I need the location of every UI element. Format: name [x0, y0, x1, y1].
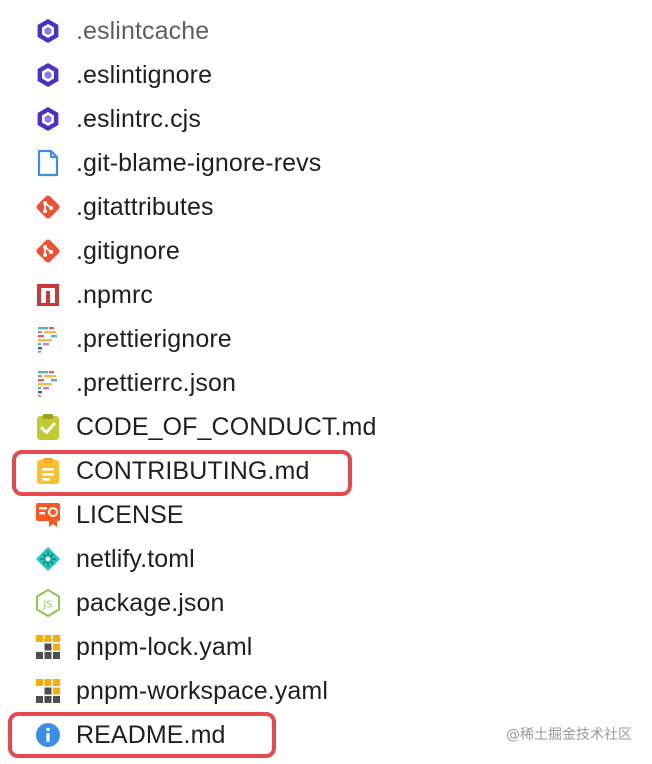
file-name: .eslintrc.cjs — [76, 104, 201, 133]
file-name: .prettierignore — [76, 324, 232, 353]
prettier-icon — [34, 325, 62, 353]
file-name: CODE_OF_CONDUCT.md — [76, 412, 377, 441]
file-name: .eslintignore — [76, 60, 213, 89]
pnpm-icon — [34, 633, 62, 661]
file-name: .gitignore — [76, 236, 180, 265]
file-name: README.md — [76, 720, 226, 749]
file-row-netlify[interactable]: netlify.toml — [0, 537, 652, 581]
nodejs-icon: JS — [34, 589, 62, 617]
file-row-license[interactable]: LICENSE — [0, 493, 652, 537]
file-name: .prettierrc.json — [76, 368, 236, 397]
file-row-package-json[interactable]: JS package.json — [0, 581, 652, 625]
file-icon — [34, 149, 62, 177]
file-name: CONTRIBUTING.md — [76, 456, 310, 485]
file-row-prettierrc[interactable]: .prettierrc.json — [0, 361, 652, 405]
file-row-gitignore[interactable]: .gitignore — [0, 229, 652, 273]
file-row-eslintignore[interactable]: .eslintignore — [0, 53, 652, 97]
prettier-icon — [34, 369, 62, 397]
file-name: .npmrc — [76, 280, 154, 309]
file-row-npmrc[interactable]: .npmrc — [0, 273, 652, 317]
netlify-icon — [34, 545, 62, 573]
info-icon — [34, 721, 62, 749]
file-name: .gitattributes — [76, 192, 214, 221]
file-name: pnpm-lock.yaml — [76, 632, 253, 661]
svg-text:JS: JS — [42, 600, 52, 611]
file-row-code-of-conduct[interactable]: CODE_OF_CONDUCT.md — [0, 405, 652, 449]
git-icon — [34, 193, 62, 221]
pnpm-icon — [34, 677, 62, 705]
eslint-icon — [34, 61, 62, 89]
clipboard-icon — [34, 457, 62, 485]
file-row-gitattributes[interactable]: .gitattributes — [0, 185, 652, 229]
file-row-git-blame-ignore-revs[interactable]: .git-blame-ignore-revs — [0, 141, 652, 185]
file-name: LICENSE — [76, 500, 184, 529]
file-row-eslintcache[interactable]: .eslintcache — [0, 9, 652, 53]
license-certificate-icon — [34, 501, 62, 529]
file-row-pnpm-lock[interactable]: pnpm-lock.yaml — [0, 625, 652, 669]
file-row-pnpm-workspace[interactable]: pnpm-workspace.yaml — [0, 669, 652, 713]
file-row-prettierignore[interactable]: .prettierignore — [0, 317, 652, 361]
file-name: netlify.toml — [76, 544, 195, 573]
eslint-icon — [34, 105, 62, 133]
git-icon — [34, 237, 62, 265]
file-row-eslintrc[interactable]: .eslintrc.cjs — [0, 97, 652, 141]
file-name: pnpm-workspace.yaml — [76, 676, 328, 705]
eslint-icon — [34, 17, 62, 45]
file-name: package.json — [76, 588, 225, 617]
file-row-contributing[interactable]: CONTRIBUTING.md — [0, 449, 652, 493]
checklist-icon — [34, 413, 62, 441]
watermark: @稀土掘金技术社区 — [506, 727, 632, 743]
file-name: .git-blame-ignore-revs — [76, 148, 322, 177]
file-name: .eslintcache — [76, 16, 210, 45]
npm-icon — [34, 281, 62, 309]
